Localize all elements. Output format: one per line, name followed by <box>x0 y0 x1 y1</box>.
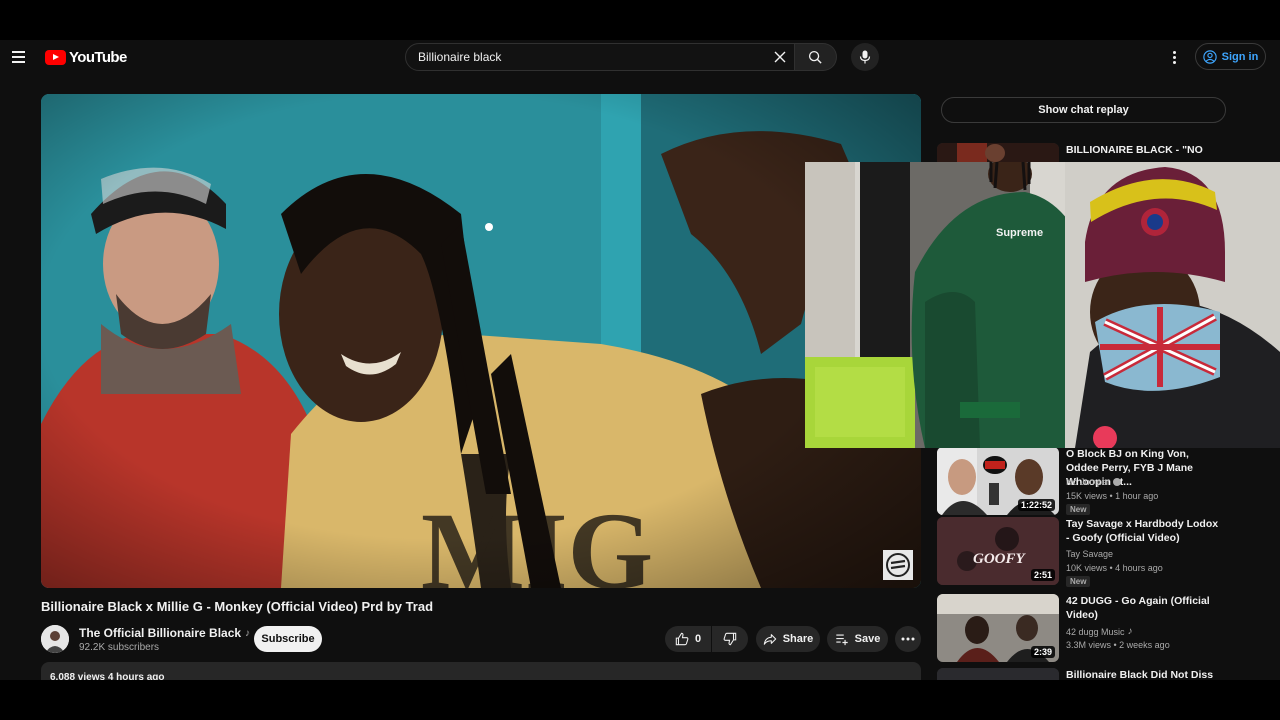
logo-text: YouTube <box>69 49 127 66</box>
like-button[interactable]: 0 <box>665 626 711 652</box>
thumbs-up-icon <box>675 632 689 646</box>
save-button[interactable]: Save <box>827 626 888 652</box>
channel-watermark-icon[interactable] <box>883 550 913 580</box>
picture-in-picture-overlay: Supreme <box>805 162 1280 448</box>
channel-avatar[interactable] <box>41 625 69 653</box>
recommended-stats: 15K views • 1 hour ago <box>1066 491 1159 501</box>
video-thumbnail <box>937 668 1059 680</box>
close-icon[interactable] <box>772 49 788 65</box>
settings-more-icon[interactable] <box>1166 48 1182 66</box>
search-box <box>405 43 795 71</box>
thumbnail-image <box>937 668 1059 680</box>
recommended-channel-name: 42 dugg Music <box>1066 626 1125 637</box>
description-box[interactable]: 6,088 views 4 hours ago <box>41 662 921 680</box>
video-title: Billionaire Black x Millie G - Monkey (O… <box>41 599 434 614</box>
like-count: 0 <box>694 633 702 645</box>
recommended-stats: 3.3M views • 2 weeks ago <box>1066 640 1170 650</box>
recommended-channel: No Jumper <box>1066 477 1122 487</box>
voice-search-button[interactable] <box>851 43 879 71</box>
account-icon <box>1202 49 1217 64</box>
recommended-video[interactable]: GOOFY 2:51 Tay Savage x Hardbody Lodox -… <box>937 517 1227 587</box>
thumbs-down-icon <box>723 632 737 646</box>
video-duration: 1:22:52 <box>1017 499 1055 511</box>
music-note-icon: ♪ <box>245 627 251 639</box>
share-icon <box>763 634 776 645</box>
recommended-video[interactable]: 2:39 42 DUGG - Go Again (Official Video)… <box>937 594 1227 664</box>
share-label: Share <box>782 633 814 645</box>
show-chat-replay-button[interactable]: Show chat replay <box>941 97 1226 123</box>
verified-badge-icon <box>1113 478 1122 486</box>
recommended-title: Billionaire Black Did Not Diss <box>1066 669 1214 680</box>
channel-name[interactable]: The Official Billionaire Black ♪ <box>79 626 250 640</box>
dislike-button[interactable] <box>712 626 748 652</box>
letterbox-bottom <box>0 680 1280 720</box>
youtube-play-icon <box>45 50 66 65</box>
recommended-video[interactable]: 1:22:52 O Block BJ on King Von, Oddee Pe… <box>937 447 1227 517</box>
video-thumbnail: 1:22:52 <box>937 447 1059 515</box>
recommended-stats: 10K views • 4 hours ago <box>1066 563 1163 573</box>
view-count-and-date: 6,088 views 4 hours ago <box>50 672 165 680</box>
new-badge: New <box>1066 576 1091 587</box>
video-thumbnail: 2:39 <box>937 594 1059 662</box>
subscriber-count: 92.2K subscribers <box>79 642 160 653</box>
recommended-video[interactable]: Billionaire Black Did Not Diss <box>937 668 1227 680</box>
more-actions-button[interactable] <box>895 626 921 652</box>
search-input[interactable] <box>406 50 746 64</box>
save-label: Save <box>854 633 881 645</box>
sign-in-button[interactable]: Sign in <box>1195 43 1266 70</box>
video-thumbnail: GOOFY 2:51 <box>937 517 1059 585</box>
webcam-frame: Supreme <box>805 162 1280 448</box>
video-duration: 2:39 <box>1030 646 1055 658</box>
video-frame: MIG <box>41 94 921 588</box>
youtube-logo[interactable]: YouTube <box>45 49 127 66</box>
shirt-text: Supreme <box>996 227 1043 239</box>
video-player[interactable]: MIG <box>41 94 921 588</box>
hamburger-menu-icon[interactable] <box>8 46 30 68</box>
recommended-channel-name: Tay Savage <box>1066 549 1114 559</box>
subscribe-button[interactable]: Subscribe <box>254 626 322 652</box>
new-badge: New <box>1066 504 1091 515</box>
masthead: YouTube Sign in <box>0 40 1280 74</box>
recommended-title: BILLIONAIRE BLACK - "NO <box>1066 144 1203 156</box>
recommended-title: 42 DUGG - Go Again (Official Video) <box>1066 595 1210 621</box>
avatar-image <box>41 625 69 653</box>
recommended-title: Tay Savage x Hardbody Lodox - Goofy (Off… <box>1066 518 1219 544</box>
more-horizontal-icon <box>901 637 915 641</box>
sign-in-label: Sign in <box>1221 50 1259 63</box>
video-duration: 2:51 <box>1030 569 1055 581</box>
search-button[interactable] <box>795 43 837 71</box>
search-icon <box>808 50 822 64</box>
recommended-channel-name: No Jumper <box>1066 477 1111 487</box>
microphone-icon <box>859 50 871 64</box>
recommended-channel: 42 dugg Music ♪ <box>1066 626 1133 637</box>
playlist-add-icon <box>835 634 848 646</box>
share-button[interactable]: Share <box>756 626 820 652</box>
youtube-watch-page: YouTube Sign in <box>0 40 1280 680</box>
music-note-icon: ♪ <box>1127 626 1133 637</box>
channel-name-text: The Official Billionaire Black <box>79 626 242 640</box>
thumbnail-text: GOOFY <box>973 551 1027 567</box>
letterbox-top <box>0 0 1280 40</box>
recommended-channel: Tay Savage <box>1066 549 1113 559</box>
